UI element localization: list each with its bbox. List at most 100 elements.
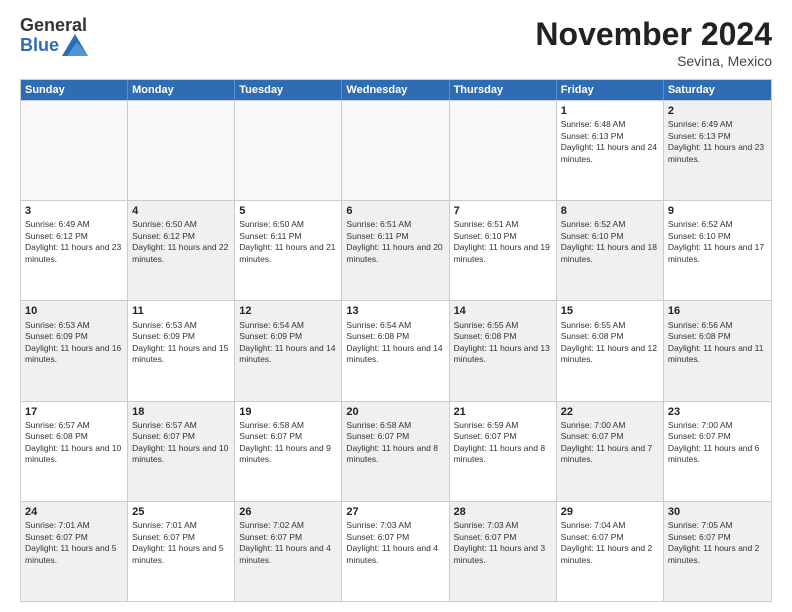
table-row: 10 Sunrise: 6:53 AMSunset: 6:09 PMDayligh… [21,301,128,400]
day-info: Sunrise: 6:58 AMSunset: 6:07 PMDaylight:… [239,420,337,466]
table-row: 5Sunrise: 6:50 AMSunset: 6:11 PMDaylight… [235,201,342,300]
calendar-row-2: 10 Sunrise: 6:53 AMSunset: 6:09 PMDayligh… [21,300,771,400]
day-info: Sunrise: 7:00 AMSunset: 6:07 PMDaylight:… [561,420,659,466]
table-row: 6Sunrise: 6:51 AMSunset: 6:11 PMDaylight… [342,201,449,300]
day-info: Sunrise: 7:04 AMSunset: 6:07 PMDaylight:… [561,520,659,566]
logo-blue: Blue [20,36,59,54]
day-number: 29 [561,505,659,519]
day-number: 20 [346,405,444,419]
day-info: Sunrise: 6:56 AMSunset: 6:08 PMDaylight:… [668,320,767,366]
calendar-body: 1Sunrise: 6:48 AMSunset: 6:13 PMDaylight… [21,100,771,601]
day-number: 16 [668,304,767,318]
day-number: 28 [454,505,552,519]
table-row: 1Sunrise: 6:48 AMSunset: 6:13 PMDaylight… [557,101,664,200]
header-day-sunday: Sunday [21,80,128,100]
day-number: 12 [239,304,337,318]
month-title: November 2024 [535,16,772,53]
logo-icon [62,34,88,56]
day-number: 13 [346,304,444,318]
day-number: 22 [561,405,659,419]
logo-text: General Blue [20,16,88,56]
table-row: 24Sunrise: 7:01 AMSunset: 6:07 PMDayligh… [21,502,128,601]
day-info: Sunrise: 6:52 AMSunset: 6:10 PMDaylight:… [561,219,659,265]
table-row: 12Sunrise: 6:54 AMSunset: 6:09 PMDayligh… [235,301,342,400]
table-row: 3Sunrise: 6:49 AMSunset: 6:12 PMDaylight… [21,201,128,300]
table-row [342,101,449,200]
table-row [21,101,128,200]
day-number: 27 [346,505,444,519]
day-info: Sunrise: 6:50 AMSunset: 6:12 PMDaylight:… [132,219,230,265]
page: General Blue November 2024 Sevina, Mexic… [0,0,792,612]
table-row: 26Sunrise: 7:02 AMSunset: 6:07 PMDayligh… [235,502,342,601]
table-row: 22Sunrise: 7:00 AMSunset: 6:07 PMDayligh… [557,402,664,501]
table-row [450,101,557,200]
day-info: Sunrise: 6:49 AMSunset: 6:12 PMDaylight:… [25,219,123,265]
header-day-thursday: Thursday [450,80,557,100]
day-info: Sunrise: 6:52 AMSunset: 6:10 PMDaylight:… [668,219,767,265]
title-block: November 2024 Sevina, Mexico [535,16,772,69]
table-row: 23Sunrise: 7:00 AMSunset: 6:07 PMDayligh… [664,402,771,501]
header-day-monday: Monday [128,80,235,100]
table-row: 16 Sunrise: 6:56 AMSunset: 6:08 PMDayligh… [664,301,771,400]
table-row: 20Sunrise: 6:58 AMSunset: 6:07 PMDayligh… [342,402,449,501]
header-day-saturday: Saturday [664,80,771,100]
day-number: 23 [668,405,767,419]
table-row: 29Sunrise: 7:04 AMSunset: 6:07 PMDayligh… [557,502,664,601]
day-number: 15 [561,304,659,318]
table-row: 8Sunrise: 6:52 AMSunset: 6:10 PMDaylight… [557,201,664,300]
day-number: 7 [454,204,552,218]
day-number: 19 [239,405,337,419]
table-row: 7Sunrise: 6:51 AMSunset: 6:10 PMDaylight… [450,201,557,300]
day-info: Sunrise: 7:01 AMSunset: 6:07 PMDaylight:… [25,520,123,566]
table-row: 13 Sunrise: 6:54 AMSunset: 6:08 PMDayligh… [342,301,449,400]
logo-general: General [20,16,88,34]
day-info: Sunrise: 7:00 AMSunset: 6:07 PMDaylight:… [668,420,767,466]
table-row: 14Sunrise: 6:55 AMSunset: 6:08 PMDayligh… [450,301,557,400]
day-info: Sunrise: 6:53 AMSunset: 6:09 PMDaylight:… [132,320,230,366]
day-info: Sunrise: 7:03 AMSunset: 6:07 PMDaylight:… [346,520,444,566]
calendar-row-0: 1Sunrise: 6:48 AMSunset: 6:13 PMDaylight… [21,100,771,200]
day-info: Sunrise: 7:03 AMSunset: 6:07 PMDaylight:… [454,520,552,566]
table-row: 18Sunrise: 6:57 AMSunset: 6:07 PMDayligh… [128,402,235,501]
day-number: 14 [454,304,552,318]
day-number: 21 [454,405,552,419]
table-row [235,101,342,200]
day-info: Sunrise: 6:54 AMSunset: 6:08 PMDaylight:… [346,320,444,366]
day-info: Sunrise: 7:02 AMSunset: 6:07 PMDaylight:… [239,520,337,566]
table-row: 9Sunrise: 6:52 AMSunset: 6:10 PMDaylight… [664,201,771,300]
header: General Blue November 2024 Sevina, Mexic… [20,16,772,69]
day-number: 10 [25,304,123,318]
table-row: 28Sunrise: 7:03 AMSunset: 6:07 PMDayligh… [450,502,557,601]
day-info: Sunrise: 6:49 AMSunset: 6:13 PMDaylight:… [668,119,767,165]
day-number: 17 [25,405,123,419]
day-info: Sunrise: 6:48 AMSunset: 6:13 PMDaylight:… [561,119,659,165]
day-info: Sunrise: 6:53 AMSunset: 6:09 PMDaylight:… [25,320,123,366]
calendar-row-1: 3Sunrise: 6:49 AMSunset: 6:12 PMDaylight… [21,200,771,300]
header-day-friday: Friday [557,80,664,100]
table-row: 4Sunrise: 6:50 AMSunset: 6:12 PMDaylight… [128,201,235,300]
day-info: Sunrise: 6:57 AMSunset: 6:07 PMDaylight:… [132,420,230,466]
table-row: 27Sunrise: 7:03 AMSunset: 6:07 PMDayligh… [342,502,449,601]
day-number: 3 [25,204,123,218]
table-row: 25Sunrise: 7:01 AMSunset: 6:07 PMDayligh… [128,502,235,601]
day-info: Sunrise: 6:58 AMSunset: 6:07 PMDaylight:… [346,420,444,466]
day-number: 5 [239,204,337,218]
table-row: 21Sunrise: 6:59 AMSunset: 6:07 PMDayligh… [450,402,557,501]
day-info: Sunrise: 6:51 AMSunset: 6:10 PMDaylight:… [454,219,552,265]
day-number: 8 [561,204,659,218]
location: Sevina, Mexico [535,53,772,69]
header-day-tuesday: Tuesday [235,80,342,100]
day-info: Sunrise: 6:50 AMSunset: 6:11 PMDaylight:… [239,219,337,265]
table-row: 17Sunrise: 6:57 AMSunset: 6:08 PMDayligh… [21,402,128,501]
table-row [128,101,235,200]
header-day-wednesday: Wednesday [342,80,449,100]
day-number: 6 [346,204,444,218]
day-number: 2 [668,104,767,118]
day-number: 1 [561,104,659,118]
day-info: Sunrise: 6:57 AMSunset: 6:08 PMDaylight:… [25,420,123,466]
day-number: 4 [132,204,230,218]
day-number: 18 [132,405,230,419]
day-number: 24 [25,505,123,519]
day-number: 9 [668,204,767,218]
calendar-row-3: 17Sunrise: 6:57 AMSunset: 6:08 PMDayligh… [21,401,771,501]
